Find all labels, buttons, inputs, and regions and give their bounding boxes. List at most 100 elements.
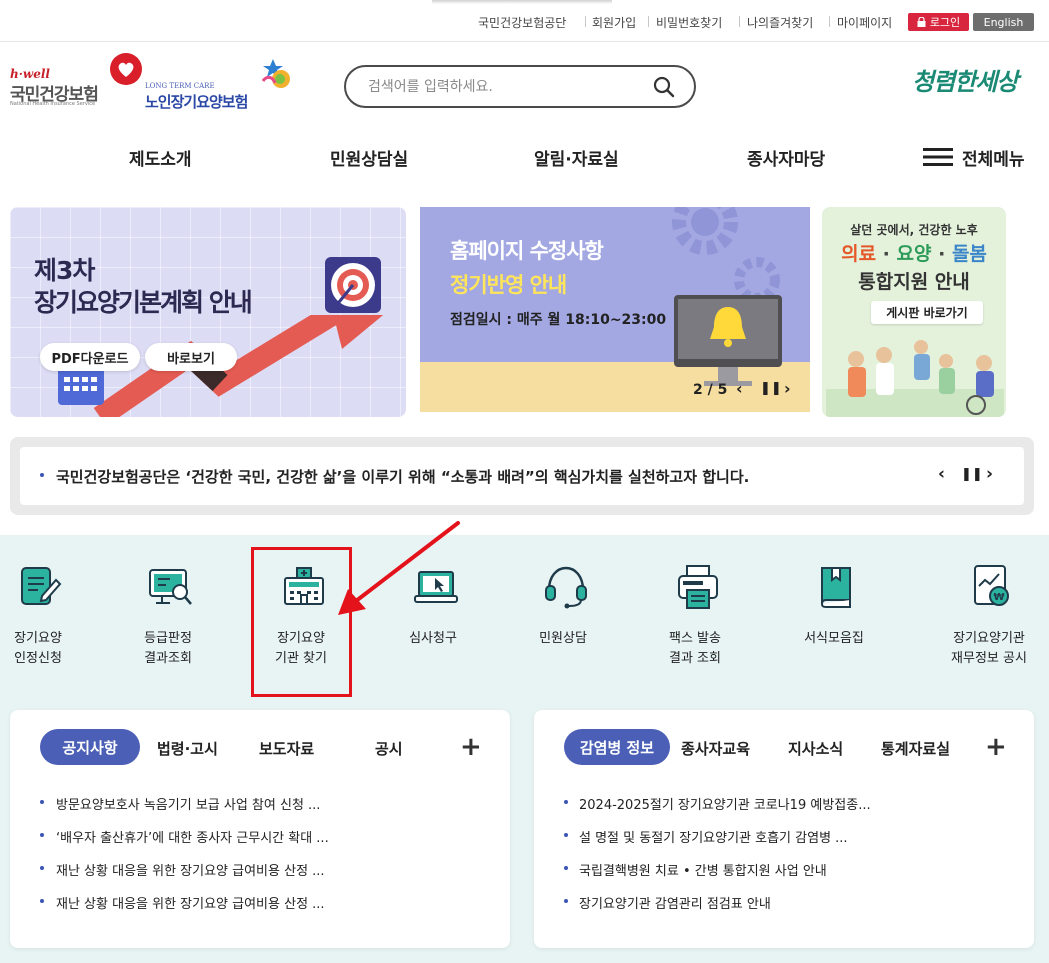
notice-post[interactable]: 방문요양보호사 녹음기기 보급 사업 참여 신청 ...: [56, 794, 320, 813]
quick-menu-fax-result[interactable]: 팩스 발송 결과 조회: [635, 560, 755, 675]
tab-branch-news[interactable]: 지사소식: [788, 738, 843, 759]
ticker-text[interactable]: 국민건강보험공단은 ‘건강한 국민, 건강한 삶’을 이루기 위해 “소통과 배…: [56, 466, 749, 487]
post-bullet: [40, 866, 44, 870]
ltc-emblem-icon: [261, 59, 290, 88]
more-plus-icon[interactable]: +: [985, 732, 1007, 762]
slogan-logo: 청렴한세상: [912, 58, 1038, 98]
search-input[interactable]: [368, 77, 638, 97]
ticker-pause-icon[interactable]: ❚❚: [961, 467, 983, 482]
more-plus-icon[interactable]: +: [460, 732, 482, 762]
post-bullet: [40, 833, 44, 837]
post-bullet: [40, 800, 44, 804]
ticker-bullet: [40, 473, 44, 477]
nhis-logo[interactable]: h·well 국민건강보험 National Health Insurance …: [10, 53, 145, 115]
notice-post[interactable]: 재난 상황 대응을 위한 장기요양 급여비용 산정 ...: [56, 860, 325, 879]
search-box[interactable]: [344, 65, 696, 108]
calendar-icon: [58, 365, 104, 405]
infection-post[interactable]: 장기요양기관 감염관리 점검표 안내: [579, 893, 771, 912]
notice-post[interactable]: 재난 상황 대응을 위한 장기요양 급여비용 산정 ...: [56, 893, 325, 912]
ltc-english-name: LONG TERM CARE: [145, 82, 215, 90]
monitor-bell-icon: [674, 295, 782, 386]
tab-infection-info[interactable]: 감염병 정보: [564, 729, 670, 765]
tab-laws[interactable]: 법령·고시: [157, 738, 218, 759]
banner3-line2: 의료 · 요양 · 돌봄: [841, 243, 987, 265]
login-button[interactable]: 로그인: [908, 13, 969, 31]
view-button[interactable]: 바로보기: [145, 343, 237, 371]
monitor-search-icon: [149, 569, 192, 605]
util-divider: [585, 16, 586, 27]
tab-staff-education[interactable]: 종사자교육: [681, 738, 750, 759]
svg-text:₩: ₩: [993, 592, 1004, 603]
document-pen-icon: [21, 567, 62, 605]
banner3-word-support: 돌봄: [951, 243, 987, 265]
pdf-download-button[interactable]: PDF다운로드: [40, 343, 140, 371]
board-shortcut-button[interactable]: 게시판 바로가기: [871, 301, 983, 324]
nav-item-system[interactable]: 제도소개: [129, 145, 192, 170]
nhis-heart-icon: [110, 53, 142, 85]
banner-homepage-update[interactable]: 홈페이지 수정사항 정기반영 안내 점검일시 : 매주 월 18:10~23:0…: [420, 207, 810, 412]
pointer-arrow-icon: [338, 521, 460, 615]
fax-icon: [678, 565, 718, 609]
caregivers-illustration: [826, 340, 1004, 417]
banner3-word-medical: 의료: [841, 243, 877, 265]
gear-icon: [672, 207, 738, 255]
util-link-favorites[interactable]: 나의즐겨찾기: [747, 14, 813, 31]
post-bullet: [564, 899, 568, 903]
nav-all-menu[interactable]: 전체메뉴: [962, 145, 1025, 170]
banner-integrated-care[interactable]: 살던 곳에서, 건강한 노후 의료 · 요양 · 돌봄 통합지원 안내 게시판 …: [822, 207, 1006, 417]
banner1-title-2: 장기요양기본계획 안내: [34, 288, 253, 317]
quick-menu-label: 장기요양기관 재무정보 공시: [951, 631, 1027, 666]
quick-menu-label: 심사청구: [409, 631, 457, 646]
ticker-next-icon[interactable]: ›: [986, 464, 993, 484]
infection-post[interactable]: 국립결핵병원 치료 • 간병 통합지원 사업 안내: [579, 860, 827, 879]
tab-statistics[interactable]: 통계자료실: [881, 738, 950, 759]
login-label: 로그인: [929, 16, 961, 29]
quick-menu-consultation[interactable]: 민원상담: [503, 560, 623, 675]
ltc-name: 노인장기요양보험: [145, 93, 248, 111]
util-link-find-password[interactable]: 비밀번호찾기: [656, 14, 722, 31]
ltc-logo[interactable]: LONG TERM CARE 노인장기요양보험: [145, 55, 295, 115]
notice-post[interactable]: ‘배우자 출산휴가’에 대한 종사자 근무시간 확대 ...: [56, 827, 329, 846]
slogan-text: 청렴한세상: [912, 68, 1018, 96]
search-icon[interactable]: [652, 75, 676, 99]
post-bullet: [564, 800, 568, 804]
quick-menu-forms[interactable]: 서식모음집: [774, 560, 894, 675]
tab-press[interactable]: 보도자료: [259, 738, 314, 759]
util-link-mypage[interactable]: 마이페이지: [837, 14, 892, 31]
quick-menu-grade-result[interactable]: 등급판정 결과조회: [108, 560, 228, 675]
banner3-line1: 살던 곳에서, 건강한 노후: [850, 223, 978, 237]
post-bullet: [564, 833, 568, 837]
nhis-english-name: National Health Insurance Service: [10, 101, 96, 107]
infection-post[interactable]: 2024-2025절기 장기요양기관 코로나19 예방접종...: [579, 794, 871, 813]
nav-item-civil[interactable]: 민원상담실: [330, 145, 408, 170]
headset-icon: [545, 566, 587, 609]
target-icon: [325, 257, 381, 313]
banner-prev-icon[interactable]: ‹: [736, 379, 743, 398]
ticker-prev-icon[interactable]: ‹: [938, 464, 945, 484]
quick-menu-finance-disclosure[interactable]: ₩ 장기요양기관 재무정보 공시: [929, 560, 1049, 675]
banner2-title-2: 정기반영 안내: [450, 273, 567, 297]
banner-ltc-plan[interactable]: 제3차 장기요양기본계획 안내 PDF다운로드 바로보기: [10, 207, 406, 417]
util-link-nhis[interactable]: 국민건강보험공단: [478, 14, 566, 31]
nav-item-notice[interactable]: 알림·자료실: [534, 145, 619, 170]
quick-menu-label: 장기요양 인정신청: [14, 631, 62, 666]
quick-menu-label: 민원상담: [539, 631, 587, 646]
finance-report-icon: ₩: [974, 565, 1009, 606]
infection-post[interactable]: 설 명절 및 동절기 장기요양기관 호흡기 감염병 ...: [579, 827, 848, 846]
quick-menu-label: 등급판정 결과조회: [144, 631, 192, 666]
tab-disclosure[interactable]: 공시: [375, 738, 403, 759]
banner-pause-icon[interactable]: ❚❚: [760, 381, 782, 396]
util-link-signup[interactable]: 회원가입: [592, 14, 636, 31]
quick-menu-ltc-application[interactable]: 장기요양 인정신청: [0, 560, 98, 675]
util-divider: [739, 16, 740, 27]
hamburger-menu-icon[interactable]: [923, 147, 953, 167]
banner3-word-care: 요양: [896, 243, 932, 265]
english-button[interactable]: English: [973, 13, 1034, 31]
lock-icon: [917, 17, 926, 27]
banner2-title-1: 홈페이지 수정사항: [450, 239, 604, 263]
nav-item-staff[interactable]: 종사자마당: [747, 145, 825, 170]
book-icon: [821, 567, 851, 608]
banner-pager: 2 / 5: [693, 382, 728, 398]
banner-next-icon[interactable]: ›: [784, 379, 791, 398]
tab-notices[interactable]: 공지사항: [40, 729, 140, 765]
